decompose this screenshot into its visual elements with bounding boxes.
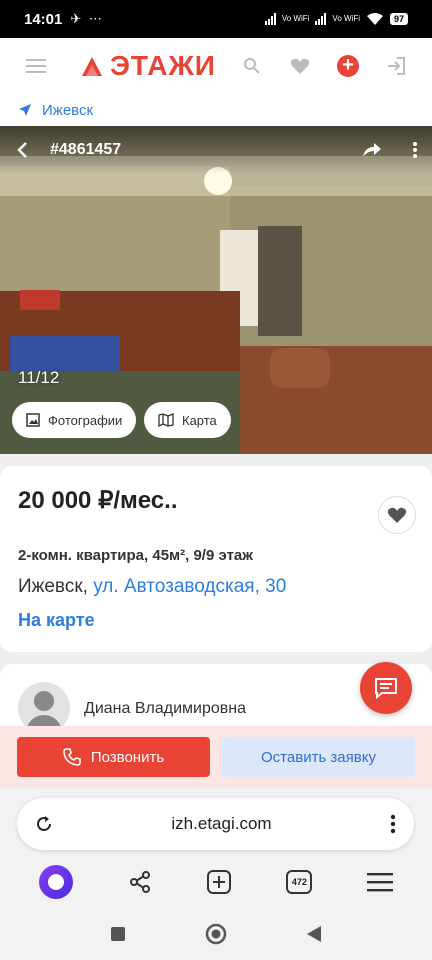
call-button-label: Позвонить <box>90 748 165 766</box>
browser-chrome: izh.etagi.com 472 <box>0 788 432 908</box>
system-nav-bar <box>0 908 432 960</box>
battery-indicator: 97 <box>389 13 408 25</box>
search-icon[interactable] <box>234 48 270 84</box>
volte-wifi-label: Vo WiFi <box>281 14 310 23</box>
notification-icons: ✈ ⋯ <box>70 11 104 26</box>
city-label: Ижевск <box>42 101 94 119</box>
logo-house-icon <box>82 57 102 76</box>
map-icon <box>158 413 174 427</box>
city-selector[interactable]: Ижевск <box>0 94 432 126</box>
map-button[interactable]: Карта <box>144 402 231 438</box>
listing-photo[interactable]: #4861457 11/12 Фотографии Карта <box>0 126 432 454</box>
request-button[interactable]: Оставить заявку <box>222 737 415 777</box>
listing-info-card: 20 000 ₽/мес.. 2-комн. квартира, 45м², 9… <box>0 466 432 652</box>
url-bar[interactable]: izh.etagi.com <box>17 798 414 850</box>
contact-action-bar: Позвонить Оставить заявку <box>0 726 432 788</box>
chat-button[interactable] <box>360 662 412 714</box>
wifi-icon <box>366 13 383 25</box>
photos-button-label: Фотографии <box>48 412 123 428</box>
add-listing-button[interactable]: + <box>330 48 366 84</box>
url-text[interactable]: izh.etagi.com <box>53 814 390 834</box>
tabs-count-button[interactable]: 472 <box>286 870 313 894</box>
plus-icon: + <box>337 55 359 77</box>
login-icon[interactable] <box>378 48 414 84</box>
signal-icon-2 <box>315 13 327 25</box>
heart-icon <box>387 507 407 523</box>
status-bar: 14:01 ✈ ⋯ Vo WiFi Vo WiFi 97 <box>0 0 432 38</box>
back-arrow-icon[interactable] <box>14 141 32 159</box>
etagi-logo[interactable]: ЭТАЖИ <box>80 50 216 82</box>
back-icon[interactable] <box>306 925 322 943</box>
share-icon[interactable] <box>362 142 382 158</box>
reload-icon[interactable] <box>35 815 53 833</box>
address-street-link[interactable]: ул. Автозаводская, 30 <box>93 576 286 597</box>
status-time: 14:01 <box>24 10 63 28</box>
listing-price: 20 000 ₽/мес.. <box>18 487 178 514</box>
call-button[interactable]: Позвонить <box>17 737 210 777</box>
map-button-label: Карта <box>182 412 217 428</box>
image-icon <box>26 413 40 427</box>
location-arrow-icon <box>19 104 31 116</box>
favorites-heart-icon[interactable] <box>282 48 318 84</box>
on-map-link[interactable]: На карте <box>18 610 414 631</box>
phone-icon <box>63 748 81 766</box>
listing-details: 2-комн. квартира, 45м², 9/9 этаж <box>18 547 253 564</box>
menu-icon[interactable] <box>18 48 54 84</box>
new-tab-icon[interactable] <box>206 869 232 895</box>
browser-menu-icon[interactable] <box>390 814 396 834</box>
listing-address: Ижевск, ул. Автозаводская, 30 <box>18 576 414 598</box>
alice-assistant-icon[interactable] <box>39 865 74 899</box>
app-header: ЭТАЖИ + Ижевск <box>0 38 432 126</box>
address-city: Ижевск, <box>18 576 88 597</box>
more-vertical-icon[interactable] <box>412 141 418 159</box>
recent-apps-icon[interactable] <box>110 926 126 942</box>
share-icon-browser[interactable] <box>128 870 152 894</box>
signal-icon <box>264 13 276 25</box>
hamburger-menu-icon[interactable] <box>366 872 393 892</box>
status-right: Vo WiFi Vo WiFi 97 <box>264 12 408 26</box>
browser-bottom-nav: 472 <box>0 858 432 906</box>
agent-name[interactable]: Диана Владимировна <box>84 700 246 718</box>
logo-text: ЭТАЖИ <box>110 50 216 81</box>
favorite-button[interactable] <box>378 496 416 534</box>
listing-id: #4861457 <box>50 141 122 158</box>
photo-counter: 11/12 <box>18 368 60 387</box>
request-button-label: Оставить заявку <box>261 748 376 766</box>
photos-button[interactable]: Фотографии <box>12 402 137 438</box>
volte-wifi-label-2: Vo WiFi <box>332 14 360 23</box>
gallery-top-bar: #4861457 <box>0 126 432 174</box>
chat-icon <box>375 678 397 699</box>
home-icon[interactable] <box>205 923 227 945</box>
